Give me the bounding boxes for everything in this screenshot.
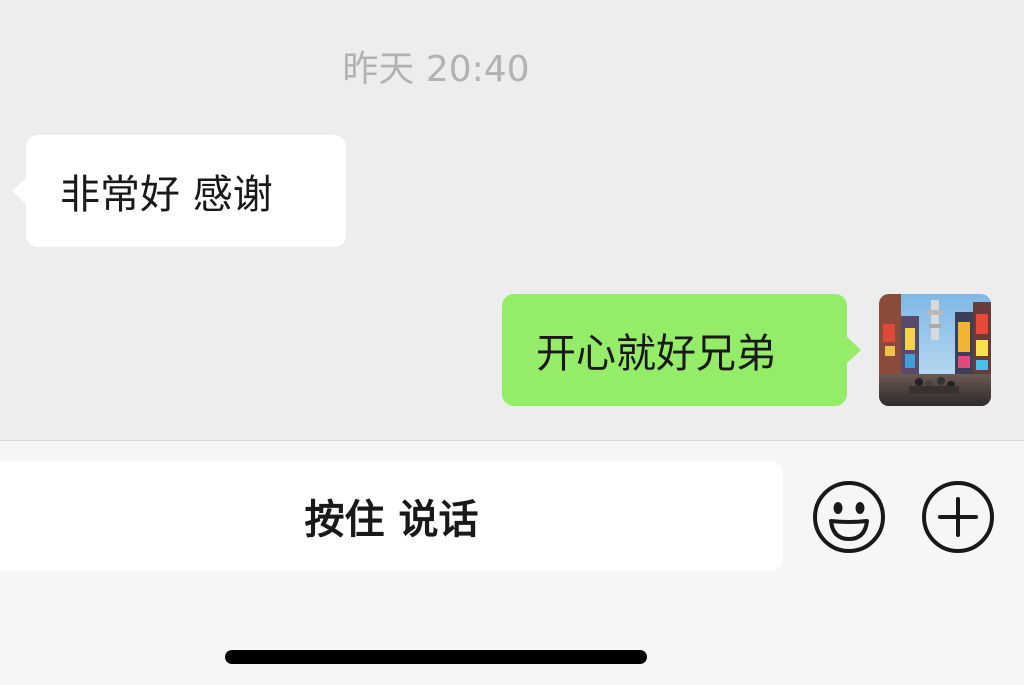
avatar[interactable] [879,294,991,406]
outgoing-message-text: 开心就好兄弟 [536,331,776,377]
home-indicator[interactable] [225,650,647,664]
hold-to-talk-label: 按住 说话 [304,497,479,543]
chat-message-area[interactable]: 昨天 20:40 非常好 感谢 开心就好兄弟 [0,0,1024,440]
city-street-photo [879,294,991,406]
hold-to-talk-button[interactable]: 按住 说话 [0,461,783,571]
smiley-face-icon[interactable] [811,479,887,555]
message-timestamp: 昨天 20:40 [342,49,530,90]
input-bar: 按住 说话 [0,440,1024,685]
circle-plus-icon[interactable] [920,479,996,555]
outgoing-message-bubble[interactable]: 开心就好兄弟 [502,294,861,406]
incoming-message-bubble[interactable]: 非常好 感谢 [12,135,346,247]
incoming-message-text: 非常好 感谢 [60,172,273,218]
